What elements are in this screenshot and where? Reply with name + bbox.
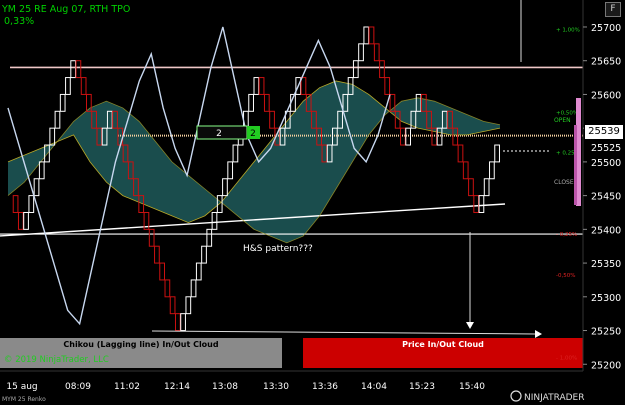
price-under-tag: 25525 [591, 143, 621, 154]
x-tick-label: 14:04 [361, 382, 387, 392]
ratio-box-right: 2 [250, 129, 256, 139]
x-tick-label: 15 aug [6, 382, 37, 392]
price-panel-label: Price In/Out Cloud [402, 340, 484, 349]
x-tick-label: 13:08 [212, 382, 238, 392]
percent-tick-label: - 0,25% [556, 232, 577, 238]
y-tick-label: 25200 [591, 360, 621, 371]
chikou-panel-label: Chikou (Lagging line) In/Out Cloud [63, 340, 218, 349]
x-tick-label: 13:36 [312, 382, 338, 392]
percent-tick-label: + 1,00% [556, 28, 580, 34]
pattern-annotation: H&S pattern??? [243, 244, 313, 254]
copyright: © 2019 NinjaTrader, LLC [4, 355, 109, 365]
chart-canvas[interactable]: Chikou (Lagging line) In/Out Cloud Price… [0, 0, 625, 405]
percent-tick-label: +0,50% [556, 111, 578, 117]
ratio-box[interactable] [196, 125, 248, 140]
y-tick-label: 25400 [591, 225, 621, 236]
percent-tick-label: -0,50% [556, 273, 575, 279]
logo-text: NINJATRADER [524, 393, 585, 403]
y-tick-label: 25500 [591, 158, 621, 169]
x-tick-label: 12:14 [164, 382, 190, 392]
percent-tick-label: - 1,00% [556, 356, 577, 362]
y-tick-label: 25700 [591, 23, 621, 34]
x-tick-label: 15:23 [409, 382, 435, 392]
window-menu-button[interactable]: F [605, 2, 621, 17]
open-label: OPEN [554, 117, 571, 124]
x-tick-label: 11:02 [114, 382, 140, 392]
instrument-label: MYM 25 Renko [2, 396, 46, 403]
y-tick-label: 25350 [591, 259, 621, 270]
close-label: CLOSE [554, 179, 574, 186]
y-tick-label: 25600 [591, 90, 621, 101]
y-tick-label: 25300 [591, 293, 621, 304]
x-tick-label: 13:30 [263, 382, 289, 392]
y-tick-label: 25450 [591, 192, 621, 203]
change-percent: 0,33% [4, 16, 34, 27]
ratio-box-left: 2 [216, 129, 222, 139]
tpo-marker-bar-inner [574, 125, 577, 205]
chart-title: YM 25 RE Aug 07, RTH TPO [1, 4, 130, 15]
y-tick-label: 25250 [591, 327, 621, 338]
current-price-tag: 25539 [584, 124, 624, 140]
y-tick-label: 25650 [591, 57, 621, 68]
x-tick-label: 08:09 [65, 382, 91, 392]
x-tick-label: 15:40 [459, 382, 485, 392]
